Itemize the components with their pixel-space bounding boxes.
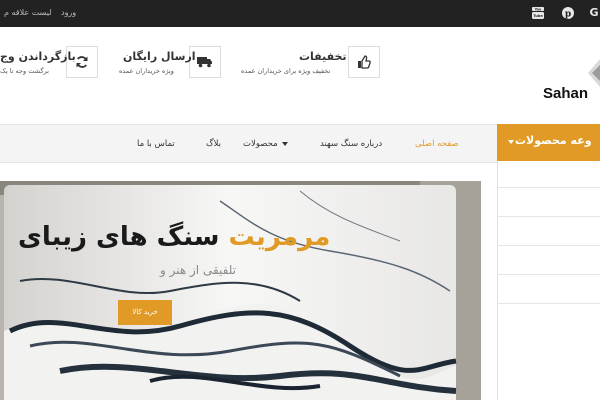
thumbs-up-icon	[348, 46, 380, 78]
category-divider	[498, 303, 600, 304]
category-divider	[498, 216, 600, 217]
hero-title: مرمریت سنگ های زیبای	[18, 222, 330, 252]
nav-item-products-label: محصولات	[243, 139, 278, 149]
svg-text:You: You	[534, 7, 541, 11]
category-list	[497, 161, 600, 400]
buy-now-button[interactable]: خرید کالا	[118, 300, 172, 325]
top-bar: لیست علاقه م ورود You Tube p G	[0, 0, 600, 27]
youtube-icon[interactable]: You Tube	[531, 6, 545, 20]
pinterest-icon[interactable]: p	[561, 6, 575, 20]
nav-item-blog[interactable]: بلاگ	[206, 139, 221, 149]
chevron-down-icon	[508, 140, 514, 144]
feature-title-discounts: تخفیفات	[299, 50, 347, 63]
nav-item-home[interactable]: صفحه اصلی	[415, 139, 459, 149]
feature-subtitle-refund: برگشت وجه تا یک	[0, 67, 49, 75]
hero-slider[interactable]	[0, 181, 481, 400]
product-categories-button[interactable]: وعه محصولات	[497, 124, 600, 161]
category-divider	[498, 187, 600, 188]
svg-text:Tube: Tube	[533, 14, 543, 18]
hero-title-accent: مرمریت	[228, 222, 331, 252]
svg-text:p: p	[565, 9, 571, 19]
hero-subtitle: تلفیقی از هنر و	[160, 263, 237, 277]
feature-subtitle-discounts: تخفیف ویژه برای خریداران عمده	[241, 67, 331, 75]
nav-item-contact[interactable]: تماس با ما	[137, 139, 175, 149]
nav-item-products[interactable]: محصولات	[243, 139, 288, 149]
category-divider	[498, 274, 600, 275]
hero-title-main: سنگ های زیبای	[18, 222, 220, 252]
google-icon[interactable]: G	[587, 6, 600, 20]
feature-title-free-shipping: ارسال رایگان	[123, 50, 196, 63]
site-header: تخفیفات تخفیف ویژه برای خریداران عمده ار…	[0, 27, 600, 124]
chevron-down-icon	[281, 141, 288, 146]
hero-marble-image	[0, 181, 481, 400]
wishlist-link[interactable]: لیست علاقه م	[4, 8, 52, 17]
login-link[interactable]: ورود	[61, 8, 76, 17]
category-divider	[498, 245, 600, 246]
feature-subtitle-free-shipping: ویژه خریداران عمده	[119, 67, 174, 75]
feature-title-refund: بازگرداندن وج	[0, 50, 76, 63]
product-categories-label: وعه محصولات	[515, 134, 592, 147]
brand-logo[interactable]: Sahan	[543, 85, 588, 102]
nav-item-about[interactable]: درباره سنگ سهند	[320, 139, 382, 149]
